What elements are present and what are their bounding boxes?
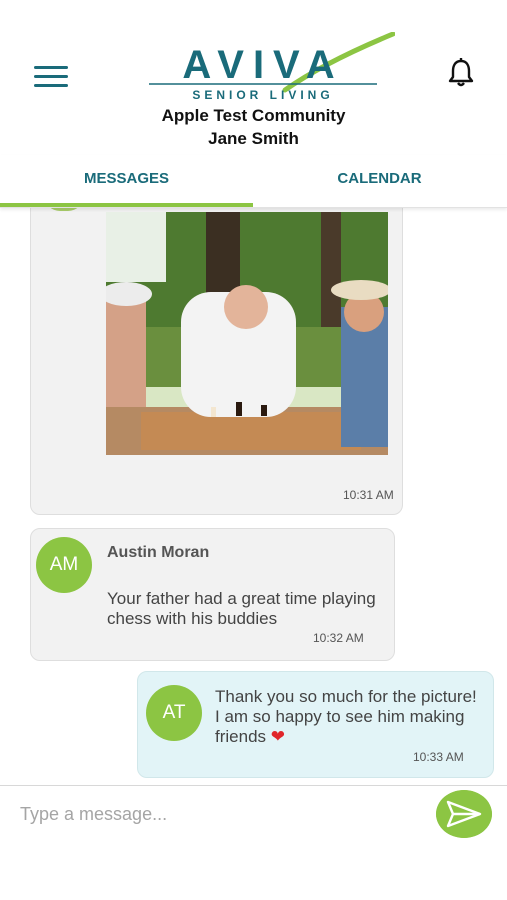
sender-name: Austin Moran <box>107 544 210 561</box>
tab-messages[interactable]: MESSAGES <box>0 155 253 207</box>
message-text: Your father had a great time playing che… <box>107 589 376 628</box>
send-icon[interactable] <box>436 790 492 838</box>
shared-photo[interactable] <box>106 212 388 455</box>
message-time: 10:31 AM <box>343 488 394 502</box>
active-tab-indicator <box>0 203 253 207</box>
bell-icon[interactable] <box>444 56 478 90</box>
logo-wordmark: AVIVA <box>182 43 343 87</box>
composer-bar <box>0 785 507 842</box>
app-header: AVIVA SENIOR LIVING Apple Test Community… <box>0 30 507 155</box>
menu-icon[interactable] <box>34 66 68 90</box>
logo-tagline: SENIOR LIVING <box>192 88 333 102</box>
status-bar <box>0 0 507 31</box>
avatar: AM <box>36 537 92 593</box>
user-name: Jane Smith <box>208 129 299 148</box>
message-text: Thank you so much for the picture! I am … <box>215 687 485 747</box>
avatar: AT <box>146 685 202 741</box>
community-name: Apple Test Community <box>161 106 346 125</box>
tab-calendar[interactable]: CALENDAR <box>253 155 506 207</box>
message-list[interactable]: 10:31 AM AM Austin Moran Your father had… <box>0 207 507 785</box>
message-time: 10:32 AM <box>313 631 364 645</box>
message-time: 10:33 AM <box>413 750 464 764</box>
aviva-logo: AVIVA SENIOR LIVING <box>149 32 395 102</box>
heart-emoji: ❤ <box>270 727 286 746</box>
message-text-body: Thank you so much for the picture! I am … <box>215 687 477 746</box>
tab-bar: MESSAGES CALENDAR <box>0 155 507 208</box>
message-input[interactable] <box>18 796 422 832</box>
